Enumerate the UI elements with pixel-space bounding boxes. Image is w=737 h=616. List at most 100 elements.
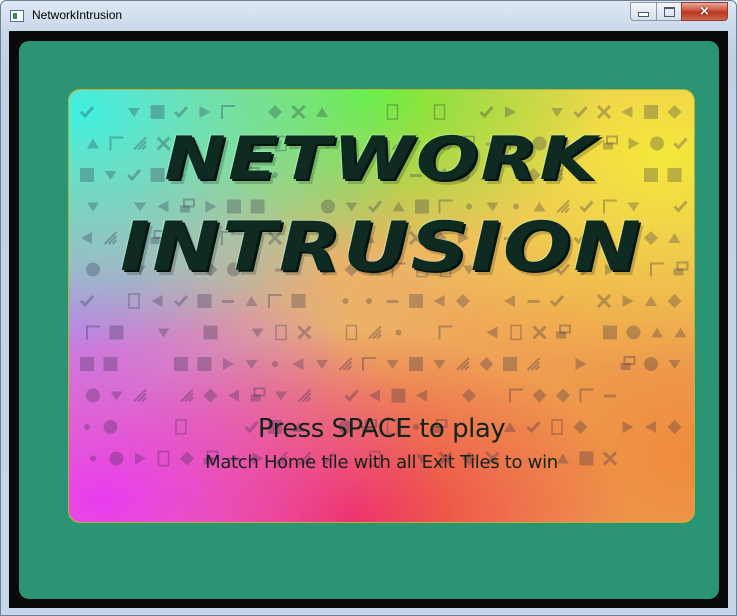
unknown-box-icon xyxy=(510,324,522,341)
arrow-down-icon xyxy=(433,360,446,369)
diamond-icon xyxy=(456,294,470,308)
title-bar[interactable]: NetworkIntrusion × xyxy=(1,1,736,31)
minimize-button[interactable] xyxy=(630,2,657,21)
game-viewport[interactable]: NETWORK INTRUSION Press SPACE to play Ma… xyxy=(9,31,728,608)
diamond-icon xyxy=(203,388,218,403)
window-title: NetworkIntrusion xyxy=(32,8,123,22)
dash-icon xyxy=(222,300,234,303)
circle-icon xyxy=(86,388,100,403)
arrow-up-icon xyxy=(651,327,663,338)
arrow-up-icon xyxy=(645,296,657,306)
game-stage: NETWORK INTRUSION Press SPACE to play Ma… xyxy=(19,41,719,599)
stripes-icon xyxy=(456,357,470,371)
arrow-down-icon xyxy=(157,328,170,338)
arrow-down-icon xyxy=(251,328,264,338)
arrow-right-icon xyxy=(505,106,516,118)
check-icon xyxy=(479,106,494,119)
square-icon xyxy=(197,294,212,308)
app-window: NetworkIntrusion × NETWORK INTRUSION Pre… xyxy=(0,0,737,616)
diamond-icon xyxy=(462,388,476,403)
arrow-down-icon xyxy=(275,391,287,401)
square-icon xyxy=(174,357,188,371)
close-icon: × xyxy=(699,4,710,19)
check-icon xyxy=(79,106,95,119)
square-icon xyxy=(603,325,617,340)
corner-icon xyxy=(268,294,282,308)
check-icon xyxy=(173,295,189,308)
square-icon xyxy=(291,294,306,308)
square-icon xyxy=(503,357,517,371)
logo-line-network: NETWORK xyxy=(164,124,599,194)
small-dot-icon xyxy=(395,329,402,336)
arrow-down-icon xyxy=(668,360,681,369)
press-space-prompt: Press SPACE to play xyxy=(257,414,506,444)
square-icon xyxy=(391,388,406,403)
unknown-box-icon xyxy=(386,104,399,120)
close-button[interactable]: × xyxy=(681,2,728,21)
arrow-down-icon xyxy=(110,391,123,401)
corner-icon xyxy=(579,388,594,403)
square-icon xyxy=(109,325,124,340)
arrow-down-icon xyxy=(128,108,140,117)
square-icon xyxy=(644,105,658,119)
cross-icon xyxy=(532,325,547,340)
square-icon xyxy=(103,357,118,371)
arrow-left-icon xyxy=(433,295,445,307)
arrow-down-icon xyxy=(386,360,399,369)
window-icon xyxy=(250,387,266,402)
arrow-right-icon xyxy=(223,358,234,370)
diamond-icon xyxy=(667,105,682,119)
check-icon xyxy=(173,106,189,119)
stripes-icon xyxy=(368,325,382,340)
arrow-up-icon xyxy=(245,296,258,306)
unknown-box-icon xyxy=(275,324,287,341)
cross-icon xyxy=(596,293,612,309)
square-icon xyxy=(80,357,94,371)
maximize-icon xyxy=(663,6,675,17)
arrow-up-icon xyxy=(316,107,328,117)
square-icon xyxy=(203,325,218,340)
small-dot-icon xyxy=(366,298,372,304)
arrow-left-icon xyxy=(292,358,304,370)
arrow-left-icon xyxy=(369,389,380,402)
window-icon xyxy=(556,324,571,339)
diamond-icon xyxy=(532,388,547,403)
square-icon xyxy=(409,357,423,371)
check-icon xyxy=(549,295,565,308)
circle-icon xyxy=(626,325,641,340)
corner-icon xyxy=(86,325,100,340)
dash-icon xyxy=(386,300,399,303)
arrow-left-icon xyxy=(151,295,163,307)
arrow-down-icon xyxy=(551,108,563,117)
corner-icon xyxy=(362,357,376,371)
arrow-left-icon xyxy=(416,389,427,402)
unknown-box-icon xyxy=(433,104,446,120)
unknown-box-icon xyxy=(345,324,358,341)
arrow-right-icon xyxy=(575,358,587,370)
stripes-icon xyxy=(133,388,147,403)
title-card: NETWORK INTRUSION Press SPACE to play Ma… xyxy=(68,89,695,523)
stripes-icon xyxy=(338,357,353,371)
maximize-button[interactable] xyxy=(656,2,682,21)
corner-icon xyxy=(509,388,523,403)
window-icon xyxy=(620,356,636,370)
square-icon xyxy=(197,357,212,371)
stripes-icon xyxy=(180,388,194,403)
check-icon xyxy=(344,389,359,402)
corner-icon xyxy=(221,105,235,119)
corner-icon xyxy=(438,325,453,340)
small-dot-icon xyxy=(272,361,278,367)
arrow-right-icon xyxy=(199,106,211,118)
unknown-box-icon xyxy=(128,293,140,309)
arrow-up-icon xyxy=(674,327,687,338)
diamond-icon xyxy=(667,294,682,308)
diamond-icon xyxy=(268,105,282,119)
check-icon xyxy=(573,106,588,119)
check-icon xyxy=(79,295,95,308)
win-condition-hint: Match Home tile with all Exit Tiles to w… xyxy=(205,452,558,473)
cross-icon xyxy=(291,104,306,120)
arrow-right-icon xyxy=(622,295,634,307)
cross-icon xyxy=(596,104,612,120)
logo-line-intrusion: INTRUSION xyxy=(120,208,643,287)
dash-icon xyxy=(604,394,616,398)
